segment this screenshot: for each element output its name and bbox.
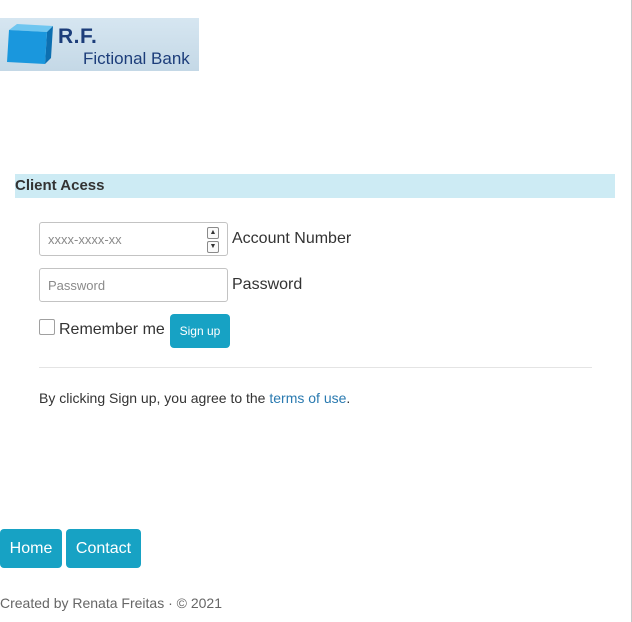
number-spinner[interactable]: ▲ ▼	[207, 227, 219, 253]
bank-logo[interactable]: R.F. Fictional Bank	[0, 18, 199, 71]
footer-credit: Created by Renata Freitas · © 2021	[0, 595, 222, 611]
blue-cube-icon	[7, 24, 53, 64]
password-input[interactable]	[48, 269, 198, 301]
remember-me-label[interactable]: Remember me	[59, 321, 165, 339]
account-number-input[interactable]	[48, 223, 198, 255]
chevron-up-icon[interactable]: ▲	[207, 227, 219, 239]
remember-me-checkbox[interactable]	[39, 319, 55, 335]
terms-prefix: By clicking Sign up, you agree to the	[39, 390, 270, 406]
chevron-down-icon[interactable]: ▼	[207, 241, 219, 253]
password-field[interactable]	[39, 268, 228, 302]
terms-suffix: .	[346, 390, 351, 406]
account-number-field[interactable]: ▲ ▼	[39, 222, 228, 256]
divider	[39, 367, 592, 368]
account-number-label: Account Number	[232, 230, 352, 247]
section-title: Client Acess	[15, 177, 105, 194]
home-button[interactable]: Home	[0, 529, 62, 568]
client-access-header: Client Acess	[15, 174, 615, 198]
contact-button[interactable]: Contact	[66, 529, 141, 568]
sign-up-button[interactable]: Sign up	[170, 314, 230, 348]
logo-subtitle: Fictional Bank	[83, 49, 190, 68]
password-label: Password	[232, 276, 303, 293]
terms-of-use-link[interactable]: terms of use	[269, 390, 346, 406]
terms-notice: By clicking Sign up, you agree to the te…	[39, 390, 350, 406]
logo-title: R.F.	[58, 25, 98, 48]
